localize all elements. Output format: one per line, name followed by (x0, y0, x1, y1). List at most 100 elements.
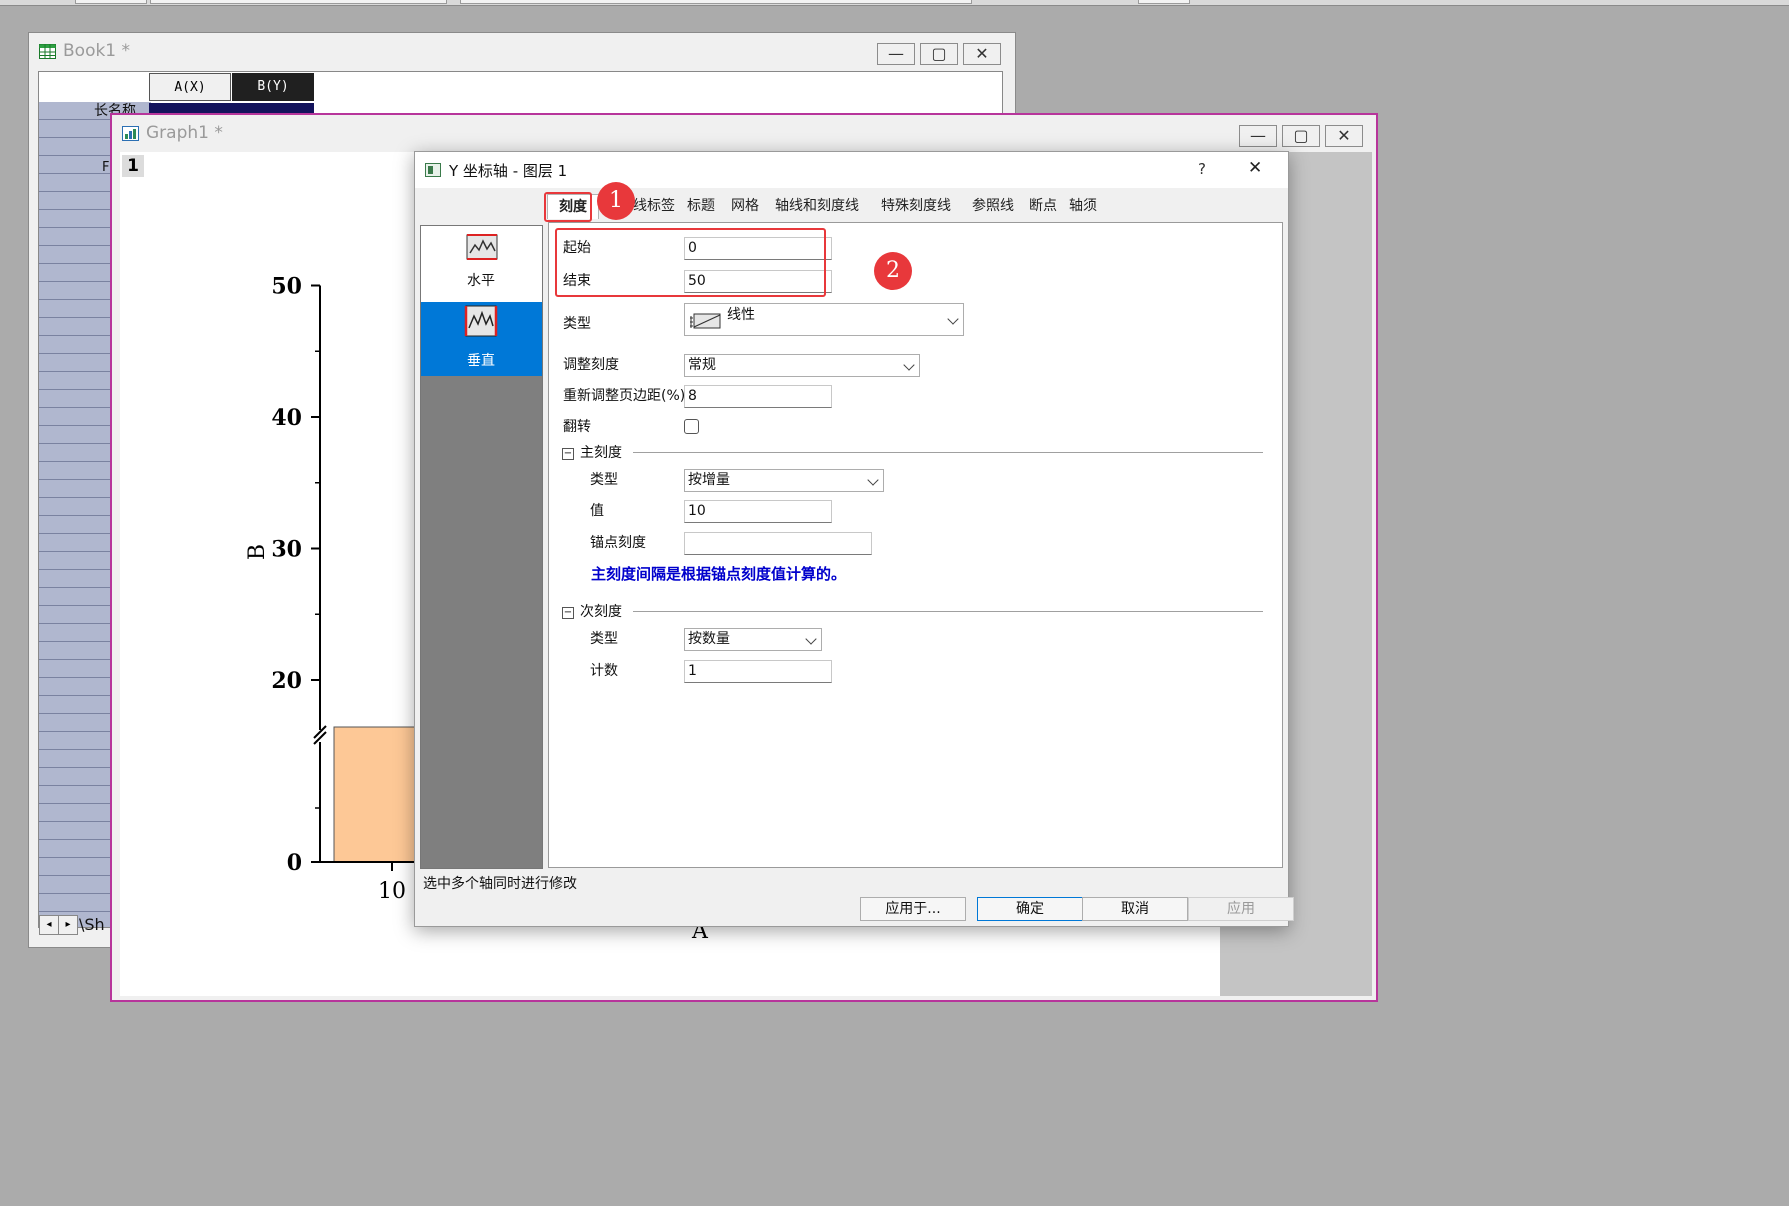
major-ticks-title: 主刻度 (580, 445, 622, 461)
book1-titlebar[interactable]: Book1 * — ▢ ✕ (29, 33, 1015, 67)
axis-dialog-icon (425, 163, 441, 177)
scale-type-value: 线性 (727, 307, 755, 323)
axis-item-vertical[interactable]: 垂直 (421, 302, 542, 376)
top-toolbar-strip (0, 0, 1789, 6)
y-axis-title: B (245, 544, 270, 560)
minor-count-label: 计数 (590, 663, 618, 679)
y-tick-label: 20 (271, 668, 302, 694)
annotation-badge-1: 1 (597, 182, 635, 220)
toolbar-item[interactable] (150, 0, 447, 4)
tab-rug[interactable]: 轴须 (1069, 194, 1097, 218)
major-value-label: 值 (590, 503, 604, 519)
linear-scale-icon (690, 313, 721, 329)
close-icon: ✕ (975, 44, 989, 63)
dialog-titlebar[interactable]: Y 坐标轴 - 图层 1 ? ✕ (415, 152, 1288, 188)
rescale-value: 常规 (688, 357, 716, 373)
toolbar-item[interactable] (1138, 0, 1190, 4)
flip-label: 翻转 (563, 419, 591, 435)
dialog-close-button[interactable]: ✕ (1248, 158, 1262, 178)
workbook-icon (39, 44, 56, 59)
flip-checkbox[interactable] (684, 419, 699, 434)
tab-line-and-ticks[interactable]: 轴线和刻度线 (775, 194, 859, 218)
maximize-icon: ▢ (1293, 126, 1309, 145)
selected-cells[interactable] (149, 103, 314, 113)
minimize-icon: — (888, 44, 904, 63)
minor-type-select[interactable]: 按数量 (684, 628, 822, 651)
tab-grid[interactable]: 网格 (731, 194, 759, 218)
close-button[interactable]: ✕ (1325, 125, 1363, 147)
status-text: 选中多个轴同时进行修改 (423, 876, 577, 892)
annotation-box-scale-tab (544, 192, 592, 222)
major-value-input[interactable]: 10 (684, 500, 832, 523)
major-type-label: 类型 (590, 472, 618, 488)
tab-reference-lines[interactable]: 参照线 (972, 194, 1014, 218)
graph-icon (122, 126, 139, 141)
toolbar-item[interactable] (460, 0, 972, 4)
maximize-button[interactable]: ▢ (920, 43, 958, 65)
arrow-left-icon: ◂ (46, 919, 52, 930)
axis-item-horizontal[interactable]: 水平 (421, 226, 542, 302)
major-ticks-note: 主刻度间隔是根据锚点刻度值计算的。 (591, 565, 847, 583)
sheet-prev-button[interactable]: ◂ (39, 915, 59, 935)
column-header-b[interactable]: B(Y) (232, 73, 314, 101)
row-label-f: F (102, 160, 110, 175)
column-header-a[interactable]: A(X) (149, 73, 231, 101)
margin-input[interactable]: 8 (684, 385, 832, 408)
graph1-titlebar[interactable]: Graph1 * — ▢ ✕ (112, 115, 1376, 149)
apply-button[interactable]: 应用 (1188, 897, 1294, 921)
major-type-select[interactable]: 按增量 (684, 469, 884, 492)
rescale-select[interactable]: 常规 (684, 354, 920, 377)
apply-to-button[interactable]: 应用于... (860, 897, 966, 921)
minimize-button[interactable]: — (1239, 125, 1277, 147)
chevron-down-icon (903, 359, 915, 371)
section-divider (633, 452, 1263, 453)
y-tick-label: 30 (271, 537, 302, 563)
maximize-button[interactable]: ▢ (1282, 125, 1320, 147)
annotation-box-start-end (555, 228, 826, 297)
close-icon: ✕ (1337, 126, 1351, 145)
close-button[interactable]: ✕ (963, 43, 1001, 65)
y-axis-dialog: Y 坐标轴 - 图层 1 ? ✕ 刻度 刻度线标签 标题 网格 轴线和刻度线 特… (414, 151, 1294, 927)
book1-title: Book1 * (63, 41, 131, 61)
maximize-icon: ▢ (931, 44, 947, 63)
minimize-icon: — (1250, 126, 1266, 145)
collapse-icon: − (562, 607, 574, 619)
x-tick-label: 10 (378, 879, 406, 904)
minimize-button[interactable]: — (877, 43, 915, 65)
type-label: 类型 (563, 316, 591, 332)
scale-type-select[interactable]: 线性 (684, 303, 964, 336)
toolbar-item[interactable] (75, 0, 147, 4)
graph1-title: Graph1 * (146, 123, 223, 143)
y-tick-label: 40 (271, 405, 302, 431)
vertical-axis-icon (464, 305, 498, 337)
anchor-tick-input[interactable] (684, 532, 872, 555)
cancel-button[interactable]: 取消 (1082, 897, 1188, 921)
tab-breaks[interactable]: 断点 (1029, 194, 1057, 218)
collapse-icon: − (562, 448, 574, 460)
sheet-tab[interactable]: \Sh (79, 915, 105, 934)
major-ticks-header[interactable]: − 主刻度 (562, 442, 622, 462)
ok-button[interactable]: 确定 (977, 897, 1083, 921)
close-icon: ✕ (1248, 158, 1263, 178)
chevron-down-icon (867, 474, 879, 486)
chevron-down-icon (805, 633, 817, 645)
axis-selector-panel: 水平 垂直 (420, 225, 543, 869)
arrow-right-icon: ▸ (65, 919, 71, 930)
minor-ticks-title: 次刻度 (580, 604, 622, 620)
minor-ticks-header[interactable]: − 次刻度 (562, 601, 622, 621)
margin-label: 重新调整页边距(%) (563, 388, 686, 404)
chevron-down-icon (947, 313, 959, 325)
axis-item-label: 水平 (467, 273, 495, 289)
minor-type-label: 类型 (590, 631, 618, 647)
tab-special-ticks[interactable]: 特殊刻度线 (881, 194, 951, 218)
horizontal-axis-icon (466, 234, 498, 260)
major-type-value: 按增量 (688, 472, 730, 488)
help-button[interactable]: ? (1198, 160, 1206, 178)
y-tick-label: 0 (287, 850, 302, 876)
sheet-next-button[interactable]: ▸ (58, 915, 78, 935)
section-divider (633, 611, 1263, 612)
tab-title[interactable]: 标题 (687, 194, 715, 218)
minor-type-value: 按数量 (688, 631, 730, 647)
anchor-tick-label: 锚点刻度 (590, 535, 646, 551)
minor-count-input[interactable]: 1 (684, 660, 832, 683)
